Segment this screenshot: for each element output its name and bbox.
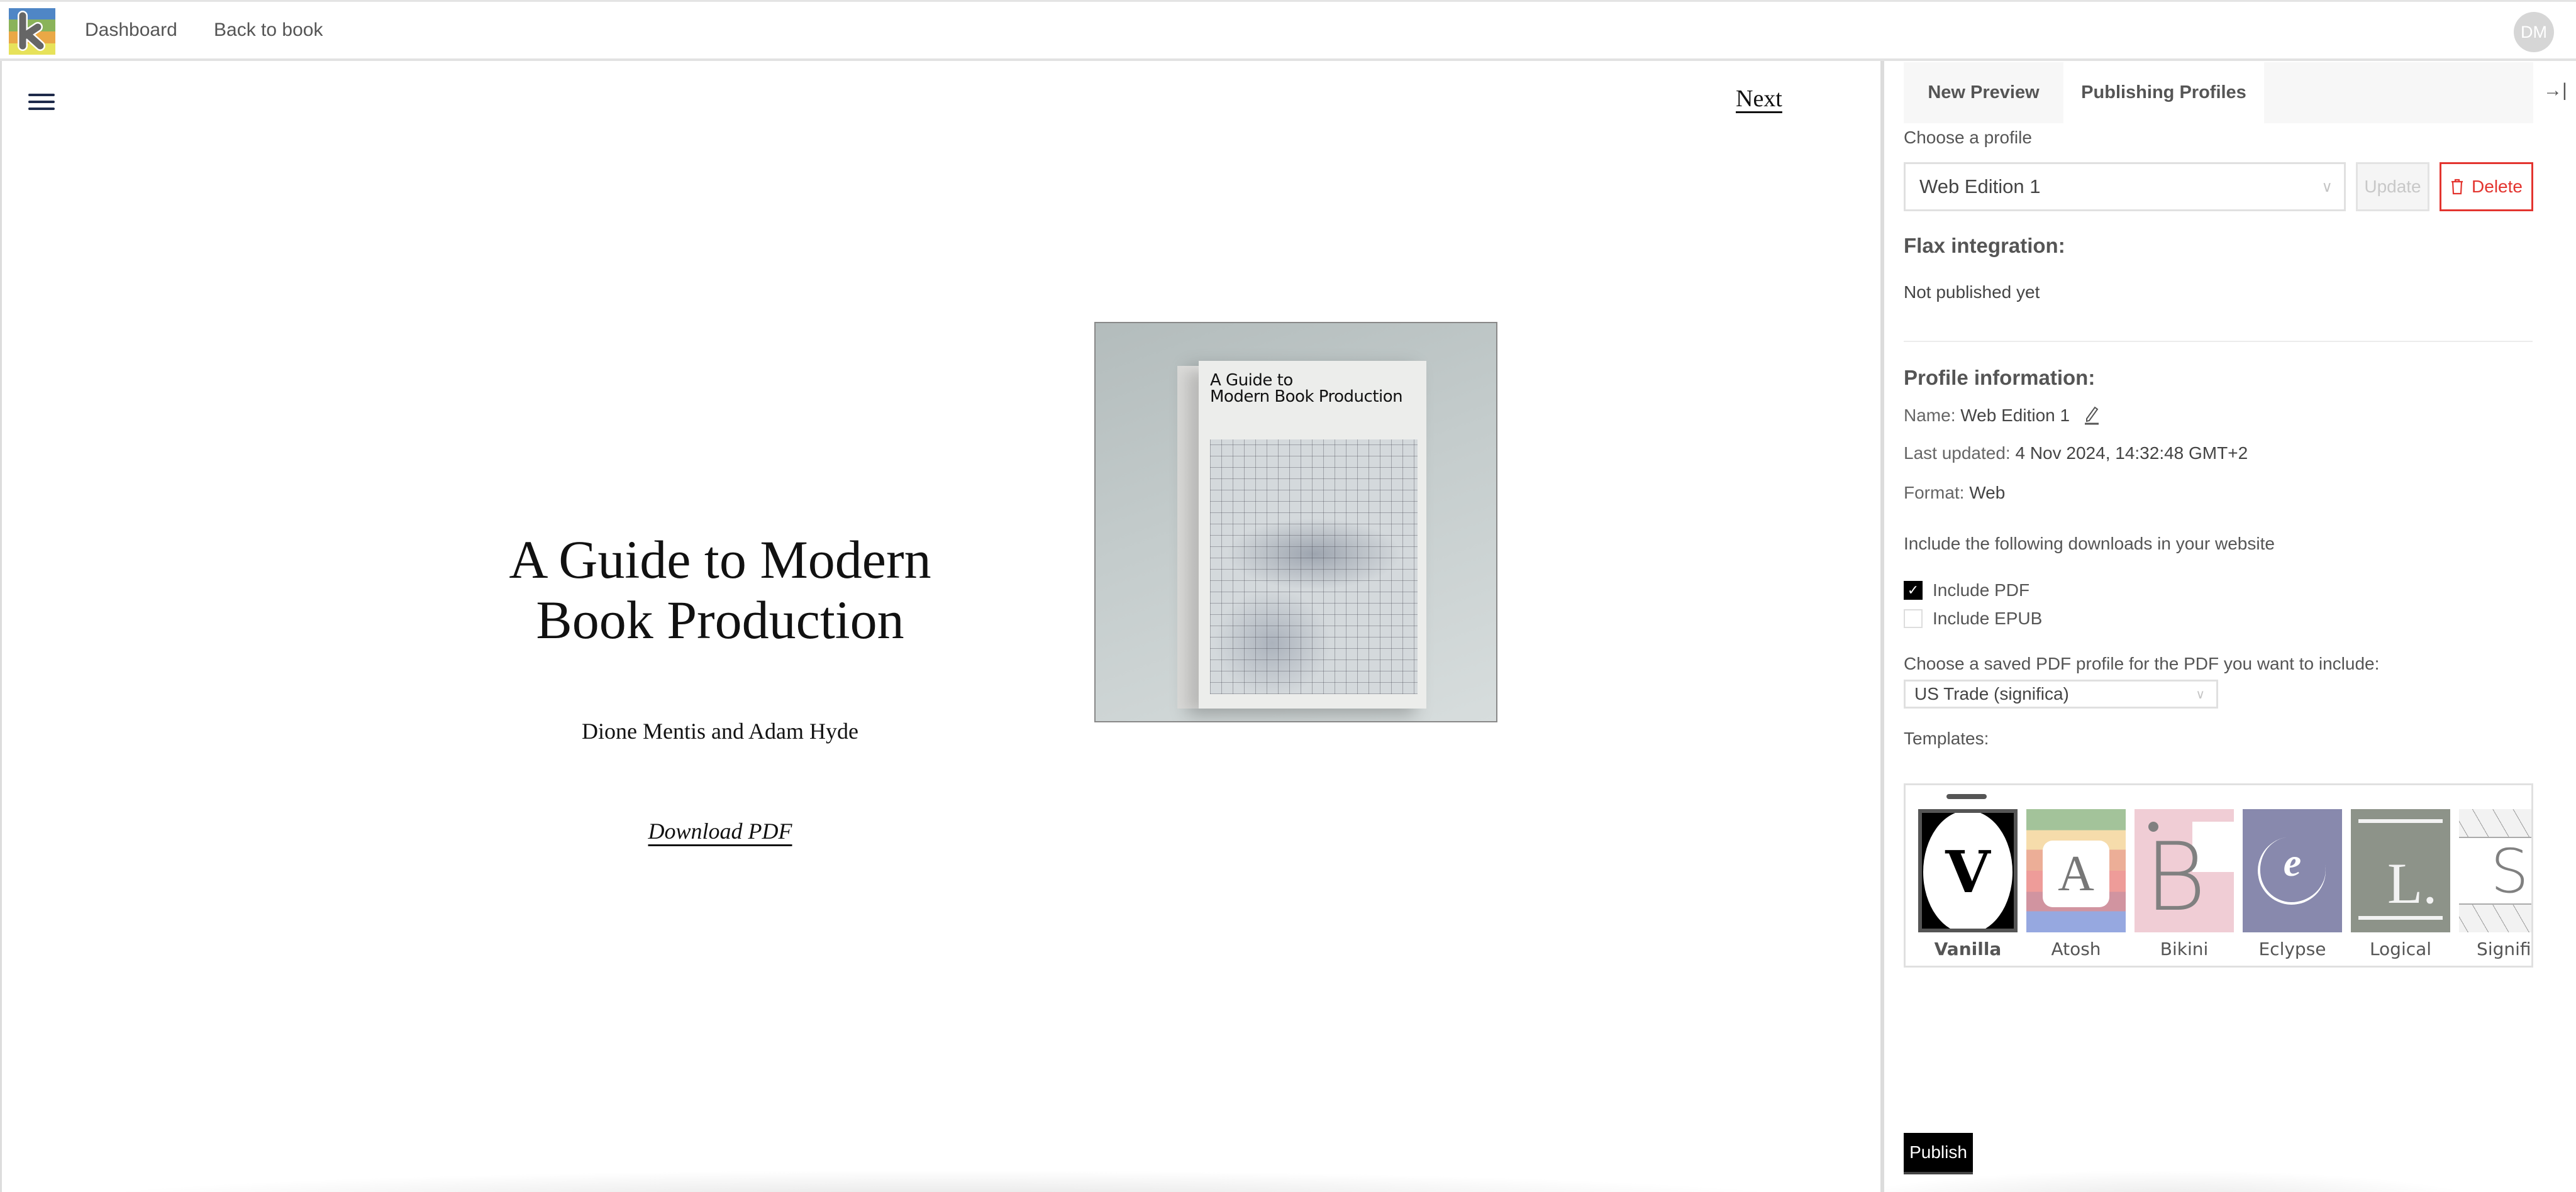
nav-dashboard-link[interactable]: Dashboard — [85, 19, 177, 41]
tab-new-preview[interactable]: New Preview — [1904, 62, 2063, 123]
include-pdf-checkbox[interactable]: ✓ Include PDF — [1904, 580, 2029, 600]
flax-integration-heading: Flax integration: — [1904, 234, 2065, 257]
template-name: Vanilla — [1934, 939, 2002, 959]
update-profile-button[interactable]: Update — [2356, 162, 2429, 211]
include-pdf-label: Include PDF — [1933, 580, 2030, 600]
book-cover-image: A Guide to Modern Book Production — [1094, 322, 1497, 722]
format-value: Web — [1969, 483, 2006, 502]
significa-thumbnail: S — [2459, 809, 2531, 932]
trash-icon — [2451, 179, 2463, 195]
book-preview-pane: Next A Guide to Modern Book Production D… — [0, 61, 1880, 1192]
profile-name-value: Web Edition 1 — [1960, 406, 2070, 425]
delete-label: Delete — [2472, 177, 2523, 196]
template-atosh[interactable]: A Atosh — [2026, 809, 2126, 959]
panel-tabs: New Preview Publishing Profiles — [1904, 62, 2533, 123]
book-title-line-2: Book Production — [536, 590, 904, 650]
profile-name-row: Name: Web Edition 1 — [1904, 404, 2102, 426]
tab-publishing-profiles[interactable]: Publishing Profiles — [2063, 62, 2264, 123]
checkbox-checked-icon[interactable]: ✓ — [1904, 581, 1923, 600]
download-pdf-container: Download PDF — [406, 818, 1035, 844]
choose-profile-label: Choose a profile — [1904, 128, 2032, 147]
checkbox-unchecked-icon[interactable] — [1904, 609, 1923, 628]
edit-pencil-icon[interactable] — [2081, 404, 2102, 425]
include-downloads-label: Include the following downloads in your … — [1904, 534, 2275, 553]
pdf-profile-select[interactable]: US Trade (significa) ∨ — [1904, 680, 2218, 709]
book-title-line-1: A Guide to Modern — [509, 529, 931, 590]
atosh-thumbnail: A — [2026, 809, 2126, 932]
bikini-thumbnail: B — [2135, 809, 2234, 932]
pdf-profile-select-value: US Trade (significa) — [1914, 684, 2069, 704]
top-navbar: Dashboard Back to book DM — [0, 0, 2576, 61]
eclypse-thumbnail: e — [2243, 809, 2342, 932]
flax-status: Not published yet — [1904, 282, 2040, 302]
cover-title-line-1: A Guide to — [1210, 371, 1293, 390]
profile-information-heading: Profile information: — [1904, 366, 2096, 389]
format-key: Format: — [1904, 483, 1965, 502]
user-avatar[interactable]: DM — [2514, 12, 2554, 52]
bottom-shadow — [1884, 1148, 2576, 1192]
selected-indicator — [1946, 794, 1987, 799]
template-eclypse[interactable]: e Eclypse — [2243, 809, 2342, 959]
template-logical[interactable]: L. Logical — [2351, 809, 2450, 959]
cover-grid-art — [1210, 439, 1418, 694]
book-title: A Guide to Modern Book Production — [406, 529, 1035, 650]
collapse-panel-icon[interactable]: →| — [2543, 80, 2567, 101]
bottom-shadow — [2, 1148, 1880, 1192]
section-divider — [1904, 341, 2533, 342]
delete-profile-button[interactable]: Delete — [2440, 162, 2533, 211]
template-significa[interactable]: S Signific — [2459, 809, 2531, 959]
nav-back-to-book-link[interactable]: Back to book — [214, 19, 323, 41]
templates-label: Templates: — [1904, 729, 1989, 748]
logical-thumbnail: L. — [2351, 809, 2450, 932]
template-name: Signific — [2477, 939, 2531, 959]
last-updated-row: Last updated: 4 Nov 2024, 14:32:48 GMT+2 — [1904, 443, 2248, 463]
format-row: Format: Web — [1904, 483, 2005, 503]
include-epub-label: Include EPUB — [1933, 609, 2043, 628]
profile-select[interactable]: Web Edition 1 ∨ — [1904, 162, 2346, 211]
template-name: Bikini — [2160, 939, 2209, 959]
download-pdf-link[interactable]: Download PDF — [648, 819, 792, 844]
template-name: Logical — [2369, 939, 2432, 959]
last-updated-key: Last updated: — [1904, 443, 2011, 463]
last-updated-value: 4 Nov 2024, 14:32:48 GMT+2 — [2015, 443, 2248, 463]
profile-name-key: Name: — [1904, 406, 1956, 425]
chevron-down-icon: ∨ — [2196, 687, 2205, 702]
chevron-down-icon: ∨ — [2321, 178, 2333, 196]
cover-spine — [1177, 366, 1199, 709]
hamburger-menu-icon[interactable] — [27, 90, 57, 114]
cover-title: A Guide to Modern Book Production — [1210, 372, 1418, 405]
template-bikini[interactable]: B Bikini — [2135, 809, 2234, 959]
template-vanilla[interactable]: V Vanilla — [1918, 809, 2018, 959]
cover-title-line-2: Modern Book Production — [1210, 387, 1403, 406]
publishing-side-panel: New Preview Publishing Profiles →| Choos… — [1884, 61, 2576, 1192]
template-name: Eclypse — [2258, 939, 2326, 959]
next-page-link[interactable]: Next — [1736, 85, 1782, 113]
app-logo[interactable] — [9, 8, 55, 55]
profile-select-value: Web Edition 1 — [1919, 175, 2041, 197]
templates-carousel[interactable]: V Vanilla A Atosh B Bikini e Eclypse L. … — [1904, 783, 2533, 968]
pdf-profile-label: Choose a saved PDF profile for the PDF y… — [1904, 654, 2380, 673]
template-name: Atosh — [2051, 939, 2101, 959]
vanilla-thumbnail: V — [1918, 809, 2018, 932]
include-epub-checkbox[interactable]: Include EPUB — [1904, 609, 2042, 629]
book-authors: Dione Mentis and Adam Hyde — [582, 719, 858, 744]
